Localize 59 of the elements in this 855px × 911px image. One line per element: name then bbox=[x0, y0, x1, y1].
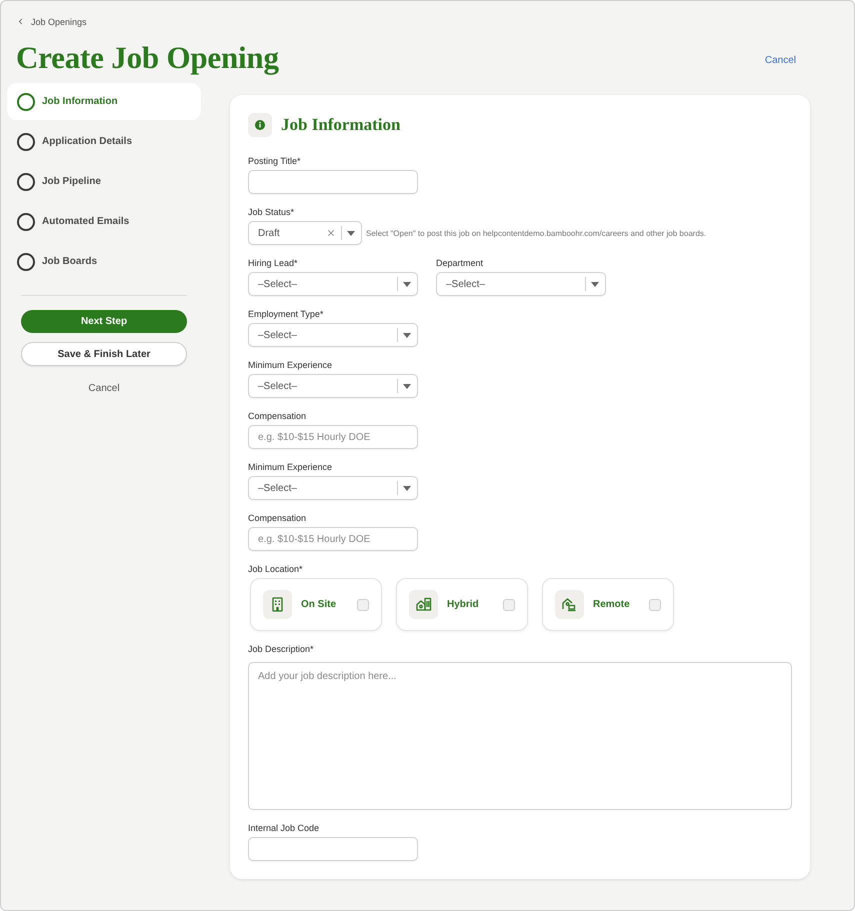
field-label: Hiring Lead* bbox=[248, 257, 298, 269]
step-item[interactable]: Application Details bbox=[7, 123, 201, 160]
input-field[interactable] bbox=[248, 837, 418, 861]
save-button[interactable]: Save & Finish Later bbox=[21, 342, 187, 366]
step-ring-icon bbox=[17, 92, 35, 110]
house-and-building-icon bbox=[409, 590, 438, 619]
checkbox[interactable] bbox=[649, 598, 661, 610]
location-option[interactable]: Hybrid bbox=[396, 578, 528, 631]
location-option[interactable]: Remote bbox=[542, 578, 674, 631]
field-label: Posting Title* bbox=[248, 155, 301, 167]
step-ring-icon bbox=[17, 172, 35, 190]
field-label: Job Location* bbox=[248, 563, 303, 575]
breadcrumb-link[interactable]: Job Openings bbox=[16, 14, 87, 28]
field-label: Job Status* bbox=[248, 206, 294, 218]
caret-icon bbox=[403, 486, 411, 490]
field-label: Internal Job Code bbox=[248, 822, 320, 834]
step-item[interactable]: Job Boards bbox=[7, 243, 201, 280]
input-field[interactable] bbox=[248, 170, 418, 194]
caret-icon bbox=[347, 230, 355, 236]
input-field[interactable]: e.g. $10-$15 Hourly DOE bbox=[248, 425, 418, 449]
step-item[interactable]: Automated Emails bbox=[7, 203, 201, 240]
input-field[interactable]: e.g. $10-$15 Hourly DOE bbox=[248, 527, 418, 551]
select-dropdown[interactable]: Draft bbox=[248, 221, 362, 245]
field-label: Department bbox=[436, 257, 484, 269]
cancel-link[interactable]: Cancel bbox=[764, 54, 796, 66]
clear-icon[interactable] bbox=[326, 228, 336, 238]
field-label: Compensation bbox=[248, 512, 306, 524]
caret-icon bbox=[591, 282, 599, 286]
select-dropdown[interactable]: –Select– bbox=[248, 476, 418, 500]
select-dropdown[interactable]: –Select– bbox=[248, 323, 418, 347]
field-label: Minimum Experience bbox=[248, 461, 332, 473]
cancel-link[interactable]: Cancel bbox=[88, 383, 120, 395]
field-label: Job Description* bbox=[248, 643, 314, 655]
caret-icon bbox=[403, 332, 411, 338]
checkbox[interactable] bbox=[503, 598, 515, 610]
field-label: Compensation bbox=[248, 410, 306, 422]
help-text: Select "Open" to post this job on helpcontentdemo.bamboohr.com/careers and other job boards. bbox=[366, 228, 706, 238]
select-dropdown[interactable]: –Select– bbox=[248, 374, 418, 398]
step-ring-icon bbox=[17, 132, 35, 150]
select-dropdown[interactable]: –Select– bbox=[436, 272, 606, 296]
building-icon bbox=[263, 590, 292, 619]
chevron-left-icon bbox=[16, 17, 25, 26]
step-item[interactable]: Job Pipeline bbox=[7, 163, 201, 200]
house-and-laptop-icon bbox=[555, 590, 584, 619]
info-icon bbox=[248, 113, 272, 137]
field-label: Minimum Experience bbox=[248, 359, 332, 371]
caret-icon bbox=[403, 384, 411, 388]
textarea-field[interactable]: Add your job description here... bbox=[248, 662, 792, 810]
field-label: Employment Type* bbox=[248, 308, 324, 320]
caret-icon bbox=[403, 282, 411, 286]
next-step-button[interactable]: Next Step bbox=[21, 310, 187, 333]
select-dropdown[interactable]: –Select– bbox=[248, 272, 418, 296]
location-option[interactable]: On Site bbox=[250, 578, 382, 631]
checkbox[interactable] bbox=[357, 598, 369, 610]
step-ring-icon bbox=[17, 252, 35, 270]
step-item[interactable]: Job Information bbox=[7, 83, 201, 120]
section-title: Job Information bbox=[281, 115, 400, 135]
step-ring-icon bbox=[17, 212, 35, 230]
page-title: Create Job Opening bbox=[16, 40, 279, 76]
